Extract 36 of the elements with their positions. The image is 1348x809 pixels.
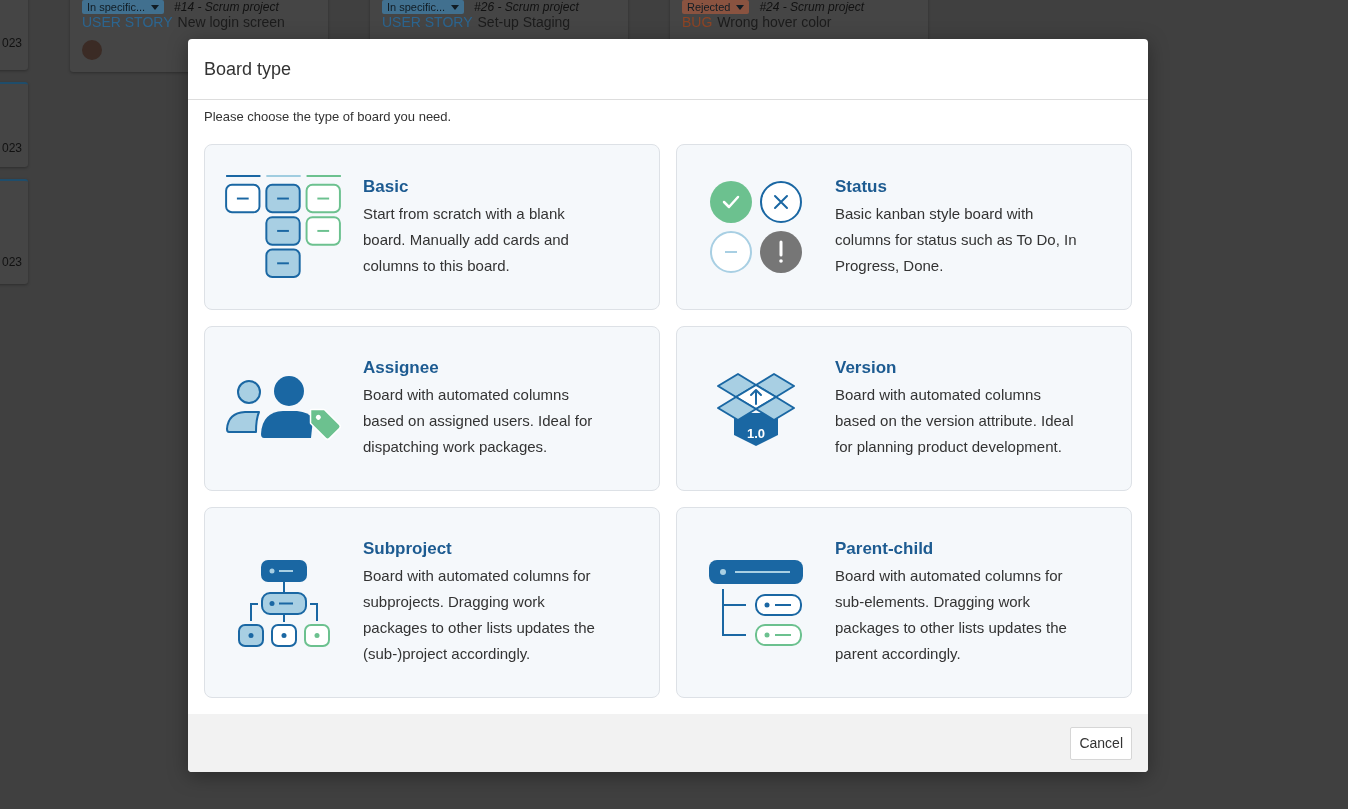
option-title: Basic: [363, 175, 410, 198]
board-type-option[interactable]: Assignee Board with automated columns based on assigned users. Ideal for dispatching work packages.: [204, 326, 660, 491]
users-tag-icon: [225, 375, 343, 442]
option-title: Subproject: [363, 538, 453, 560]
option-title: Assignee: [363, 357, 440, 379]
tree-list-icon: [708, 557, 804, 648]
option-title: Status: [835, 175, 888, 198]
option-title: Version: [835, 357, 898, 379]
option-description: Start from scratch with a blank board. Manually add cards and columns to this board.: [363, 203, 570, 276]
cancel-button[interactable]: Cancel: [1070, 726, 1132, 760]
work-package-type: USER STORY: [82, 14, 173, 30]
caret-icon: [451, 4, 460, 10]
caret-icon: [736, 4, 745, 10]
hierarchy-icon: [237, 558, 331, 647]
option-description: Board with automated columns for sub-elements. Dragging work packages to other lists updates the parent accordingly.: [835, 566, 1068, 664]
board-type-option[interactable]: 1.0 Version Board with automated columns based on the version attribute. Ideal for planning product development.: [676, 326, 1132, 491]
status-dropdown[interactable]: In specific...: [82, 0, 165, 14]
work-package-type: BUG: [682, 14, 713, 30]
board-columns-icon: [225, 175, 343, 279]
caret-icon: [151, 4, 160, 10]
status-dropdown[interactable]: In specific...: [382, 0, 465, 14]
board-type-option[interactable]: Basic Start from scratch with a blank board. Manually add cards and columns to this board.: [204, 144, 660, 310]
option-description: Board with automated columns based on the version attribute. Ideal for planning product development.: [835, 385, 1075, 457]
option-description: Board with automated columns for subprojects. Dragging work packages to other lists updates the (sub-)project accordingly.: [363, 566, 596, 664]
status-dropdown[interactable]: Rejected: [682, 0, 750, 14]
intro-text: Please choose the type of board you need.: [204, 109, 453, 125]
option-description: Basic kanban style board with columns for status such as To Do, In Progress, Done.: [835, 203, 1078, 276]
board-type-option[interactable]: Parent-child Board with automated columns for sub-elements. Dragging work packages to other lists updates the parent accordingly.: [676, 507, 1132, 698]
version-label: 1.0: [746, 425, 766, 441]
board-type-option[interactable]: Status Basic kanban style board with columns for status such as To Do, In Progress, Done.: [676, 144, 1132, 310]
status-circles-icon: [709, 180, 803, 274]
option-description: Board with automated columns based on assigned users. Ideal for dispatching work packages.: [363, 385, 594, 457]
work-package-type: USER STORY: [382, 14, 473, 30]
option-title: Parent-child: [835, 538, 935, 560]
board-type-option[interactable]: Subproject Board with automated columns for subprojects. Dragging work packages to other lists updates the (sub-)project accordingly.: [204, 507, 660, 698]
open-box-icon: [717, 372, 795, 446]
